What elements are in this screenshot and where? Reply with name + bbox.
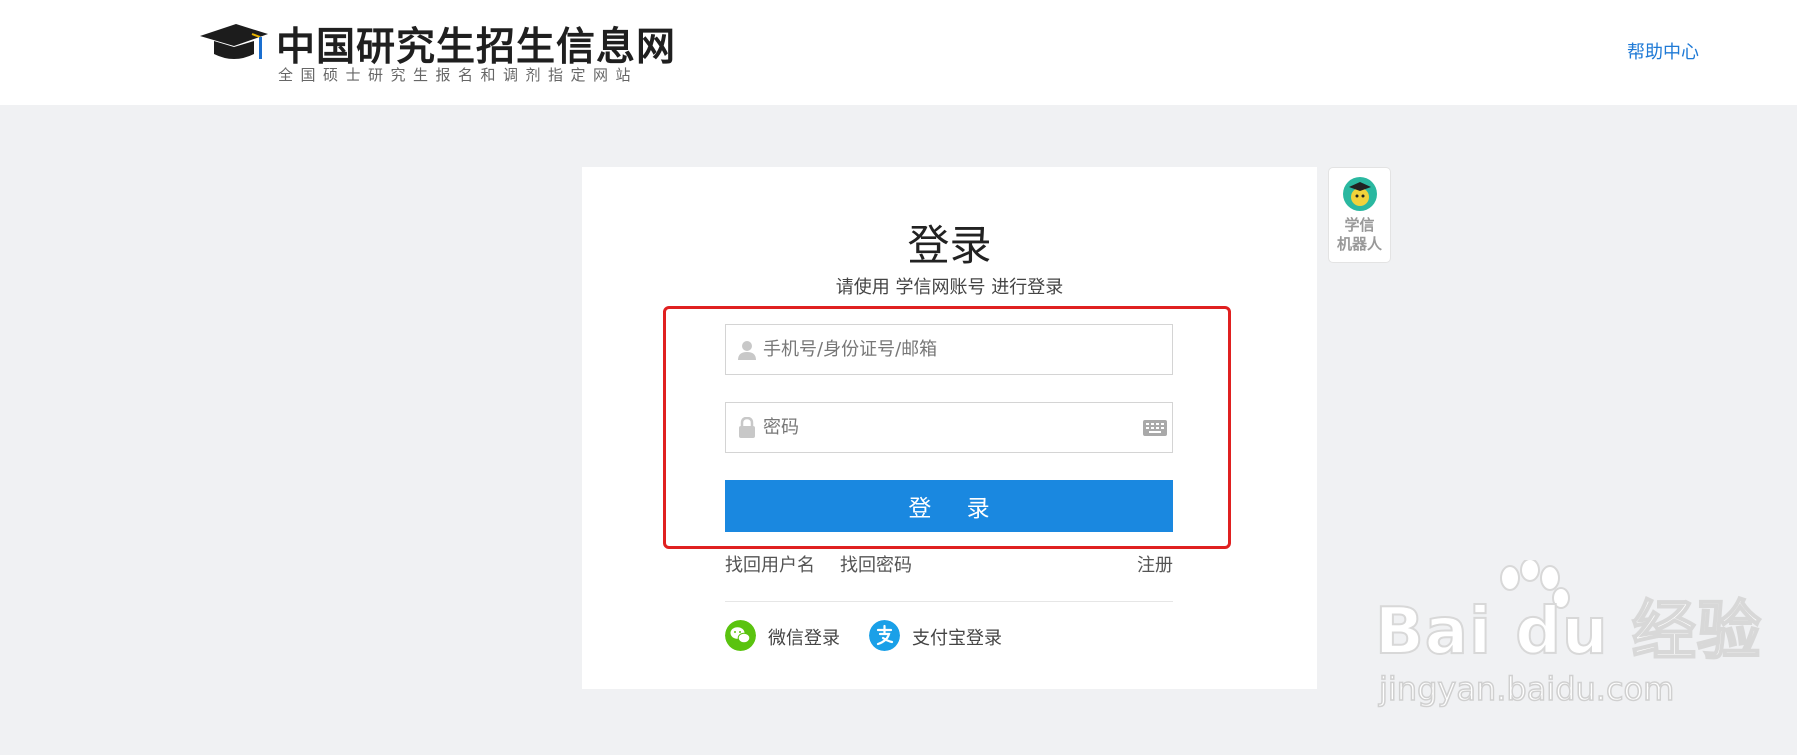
alipay-icon: [869, 620, 900, 651]
lock-icon: [739, 417, 755, 438]
site-logo[interactable]: 中国研究生招生信息网 全国硕士研究生报名和调剂指定网站: [198, 14, 675, 86]
robot-label: 学信 机器人: [1336, 216, 1382, 253]
username-field[interactable]: [725, 324, 1173, 375]
watermark-brand: Bai du 经验: [1374, 594, 1762, 670]
register-link[interactable]: 注册: [1137, 551, 1173, 577]
graduation-cap-icon: [200, 24, 268, 59]
find-username-link[interactable]: 找回用户名: [725, 551, 815, 577]
paw-icon: [1500, 560, 1570, 609]
site-header: 中国研究生招生信息网 全国硕士研究生报名和调剂指定网站 帮助中心: [0, 0, 1797, 105]
password-input[interactable]: [763, 403, 1123, 452]
login-subtitle: 请使用 学信网账号 进行登录: [835, 277, 1064, 298]
wechat-login-button[interactable]: 微信登录: [725, 620, 845, 652]
wechat-icon: [725, 620, 756, 651]
site-subtitle: 全国硕士研究生报名和调剂指定网站: [278, 66, 639, 84]
user-icon: [738, 341, 756, 360]
robot-avatar-icon: [1343, 177, 1377, 211]
alipay-login-label: 支付宝登录: [912, 628, 1002, 649]
find-password-link[interactable]: 找回密码: [840, 551, 912, 577]
watermark-url: jingyan.baidu.com: [1378, 669, 1675, 709]
login-button[interactable]: 登 录: [725, 480, 1173, 532]
baidu-jingyan-watermark: Bai du 经验 jingyan.baidu.com: [1374, 560, 1762, 720]
wechat-login-label: 微信登录: [768, 628, 840, 649]
divider: [725, 601, 1173, 602]
help-center-link[interactable]: 帮助中心: [1627, 38, 1699, 64]
username-input[interactable]: [763, 325, 1123, 374]
password-field[interactable]: [725, 402, 1173, 453]
keyboard-icon[interactable]: [1142, 417, 1168, 439]
xuexin-robot-widget[interactable]: 学信 机器人: [1328, 167, 1391, 263]
alipay-login-button[interactable]: 支付宝登录: [869, 620, 1009, 652]
login-title: 登录: [907, 221, 992, 270]
